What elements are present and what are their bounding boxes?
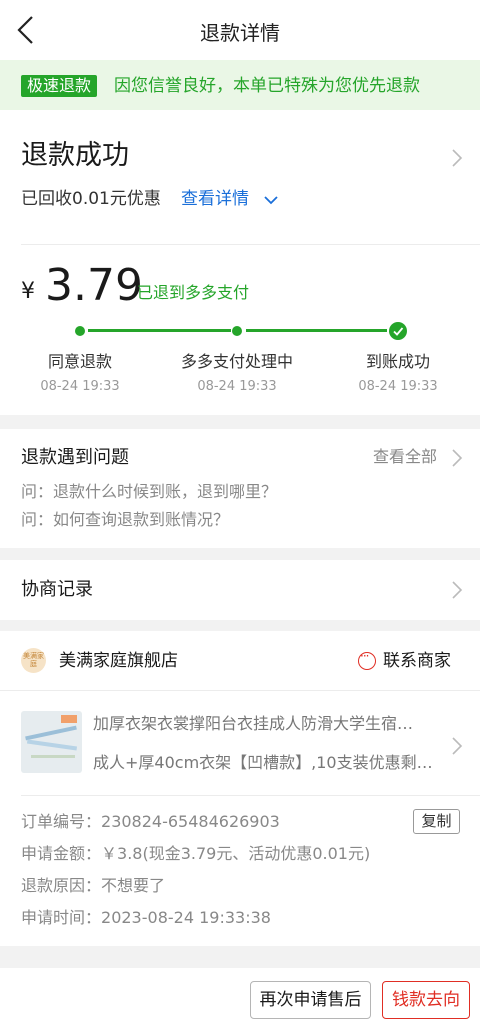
recovered-discount-text: 已回收0.01元优惠 xyxy=(21,189,161,209)
negotiation-record-row[interactable]: 协商记录 xyxy=(0,560,480,620)
order-number-value: 230824-65484626903 xyxy=(101,812,280,831)
contact-merchant-button[interactable]: 联系商家 xyxy=(383,650,451,672)
apply-amount-value: ￥3.8(现金3.79元、活动优惠0.01元) xyxy=(101,844,371,863)
refund-reason-row: 退款原因：不想要了 xyxy=(21,875,165,897)
chevron-right-icon[interactable] xyxy=(451,448,463,468)
refund-reason-label: 退款原因： xyxy=(21,876,102,895)
divider xyxy=(0,690,480,691)
product-title[interactable]: 加厚衣架衣裳撑阳台衣挂成人防滑大学生宿… xyxy=(93,713,433,735)
shop-logo[interactable]: 美满家庭 xyxy=(21,648,46,673)
page-title: 退款详情 xyxy=(200,21,280,45)
chat-bubble-icon[interactable] xyxy=(358,649,376,670)
faq-question-2[interactable]: 问：如何查询退款到账情况？ xyxy=(21,509,229,531)
footer-actions: 再次申请售后 钱款去向 xyxy=(0,968,480,1029)
order-number-row: 订单编号：230824-65484626903 xyxy=(21,811,280,833)
negotiation-title: 协商记录 xyxy=(21,579,93,600)
chevron-down-icon[interactable] xyxy=(263,194,279,206)
refund-reason-value: 不想要了 xyxy=(101,876,166,895)
faq-question-1[interactable]: 问：退款什么时候到账，退到哪里？ xyxy=(21,481,277,503)
step-time-2: 08-24 19:33 xyxy=(197,379,277,394)
apply-again-button[interactable]: 再次申请售后 xyxy=(250,981,371,1019)
apply-time-row: 申请时间：2023-08-24 19:33:38 xyxy=(21,907,271,929)
divider xyxy=(21,244,480,245)
refund-problems-card: 退款遇到问题 查看全部 问：退款什么时候到账，退到哪里？ 问：如何查询退款到账情… xyxy=(0,429,480,548)
refund-amount: 3.79 xyxy=(45,260,143,311)
apply-time-value: 2023-08-24 19:33:38 xyxy=(101,908,271,927)
money-whereabouts-button[interactable]: 钱款去向 xyxy=(382,981,470,1019)
fast-refund-banner: 极速退款 因您信誉良好，本单已特殊为您优先退款 xyxy=(0,60,480,110)
view-details-link[interactable]: 查看详情 xyxy=(181,187,249,211)
fast-refund-tag: 极速退款 xyxy=(21,75,98,97)
check-circle-icon xyxy=(389,322,407,340)
progress-dot-2 xyxy=(232,326,242,336)
chevron-right-icon[interactable] xyxy=(451,148,463,168)
copy-button[interactable]: 复制 xyxy=(413,809,460,834)
apply-amount-row: 申请金额：￥3.8(现金3.79元、活动优惠0.01元) xyxy=(21,843,370,865)
apply-amount-label: 申请金额： xyxy=(21,844,102,863)
step-label-3: 到账成功 xyxy=(365,352,430,371)
nav-bar: 退款详情 xyxy=(0,0,480,60)
currency-symbol: ¥ xyxy=(21,279,35,304)
order-number-label: 订单编号： xyxy=(21,812,102,831)
order-card: 美满家庭 美满家庭旗舰店 联系商家 加厚衣架衣裳撑阳台衣挂成人防滑大学生宿… 成… xyxy=(0,631,480,946)
banner-message: 因您信誉良好，本单已特殊为您优先退款 xyxy=(114,76,420,96)
refund-status-card: 退款成功 已回收0.01元优惠 查看详情 ¥ 3.79 已退到多多支付 同意退款… xyxy=(0,110,480,415)
step-time-3: 08-24 19:33 xyxy=(358,379,438,394)
divider xyxy=(21,795,480,796)
step-label-2: 多多支付处理中 xyxy=(180,352,293,371)
shop-name[interactable]: 美满家庭旗舰店 xyxy=(59,650,178,672)
problems-title: 退款遇到问题 xyxy=(21,447,129,468)
product-thumbnail[interactable] xyxy=(21,711,82,773)
step-time-1: 08-24 19:33 xyxy=(40,379,120,394)
progress-dot-1 xyxy=(75,326,85,336)
chevron-right-icon[interactable] xyxy=(451,580,463,600)
refund-destination: 已退到多多支付 xyxy=(137,283,250,302)
step-label-1: 同意退款 xyxy=(47,352,112,371)
progress-line-1 xyxy=(88,329,231,332)
chevron-right-icon[interactable] xyxy=(451,736,463,756)
see-all-link[interactable]: 查看全部 xyxy=(373,446,437,468)
refund-status: 退款成功 xyxy=(21,140,129,171)
product-spec: 成人+厚40cm衣架【凹槽款】,10支装优惠剩… xyxy=(93,753,433,772)
apply-time-label: 申请时间： xyxy=(21,908,102,927)
progress-line-2 xyxy=(246,329,387,332)
